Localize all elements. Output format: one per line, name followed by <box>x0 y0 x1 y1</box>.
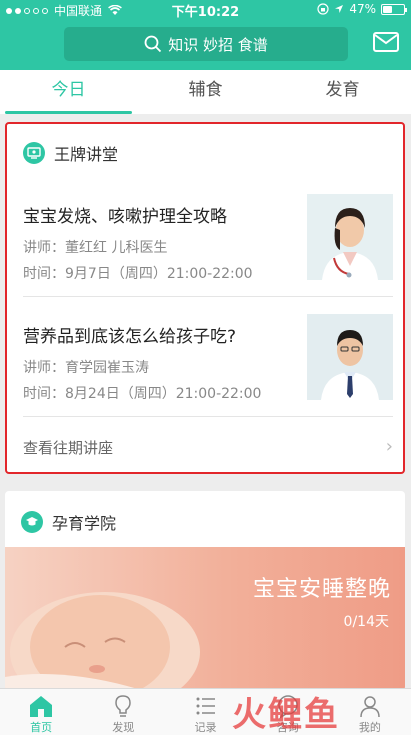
location-icon <box>335 5 344 13</box>
lecture-time: 时间：8月24日（周四）21:00-22:00 <box>23 386 262 402</box>
lecture-lecturer: 讲师：董红红 儿科医生 <box>23 240 168 256</box>
user-icon <box>360 696 380 718</box>
nav-me-label: 我的 <box>358 721 381 734</box>
nav-consult-label: 咨询 <box>276 721 299 734</box>
nav-records-label: 记录 <box>194 721 217 734</box>
lectures-title: 王牌讲堂 <box>54 145 119 164</box>
lightbulb-icon <box>115 695 132 717</box>
search-icon <box>144 35 162 53</box>
lecturer-photo <box>307 194 393 280</box>
banner-progress: 0/14天 <box>343 614 389 630</box>
tab-baby-food[interactable]: 辅食 <box>137 70 274 114</box>
nav-discover-label: 发现 <box>112 721 135 734</box>
app-header: 中国联通 下午10:22 47% 知识 妙招 食谱 <box>0 0 411 70</box>
academy-title: 孕育学院 <box>52 514 117 533</box>
nav-me[interactable]: 我的 <box>329 689 411 735</box>
academy-card: 孕育学院 宝宝安睡整晚 0/14天 <box>5 491 405 691</box>
mail-icon[interactable] <box>373 32 399 52</box>
list-icon <box>196 697 215 715</box>
nav-records[interactable]: 记录 <box>164 689 246 735</box>
tv-icon <box>23 142 45 164</box>
search-placeholder: 知识 妙招 食谱 <box>168 35 268 54</box>
divider <box>23 296 393 297</box>
battery-icon <box>381 3 407 15</box>
lecture-title: 宝宝发烧、咳嗽护理全攻略 <box>23 207 227 227</box>
category-tabs: 今日 辅食 发育 <box>0 70 411 114</box>
search-bar[interactable]: 知识 妙招 食谱 <box>64 27 348 61</box>
lecture-time: 时间：9月7日（周四）21:00-22:00 <box>23 266 253 282</box>
sleeping-baby-image <box>5 592 200 691</box>
tab-development[interactable]: 发育 <box>274 70 411 114</box>
lectures-header: 王牌讲堂 <box>23 141 118 165</box>
chat-icon <box>277 695 298 719</box>
divider <box>23 416 393 417</box>
view-past-lectures-label: 查看往期讲座 <box>23 439 114 457</box>
lecture-item[interactable]: 宝宝发烧、咳嗽护理全攻略 讲师：董红红 儿科医生 时间：9月7日（周四）21:0… <box>23 194 393 300</box>
nav-home-label: 首页 <box>30 721 53 734</box>
status-bar: 中国联通 下午10:22 47% <box>0 0 411 20</box>
banner-title: 宝宝安睡整晚 <box>252 577 391 602</box>
academy-header: 孕育学院 <box>21 510 116 534</box>
nav-discover[interactable]: 发现 <box>82 689 164 735</box>
sleep-course-banner[interactable]: 宝宝安睡整晚 0/14天 <box>5 547 405 691</box>
lecture-lecturer: 讲师：育学园崔玉涛 <box>23 360 149 376</box>
home-icon <box>30 696 53 717</box>
lock-rotation-icon <box>317 3 329 15</box>
battery-percent: 47% <box>349 2 376 16</box>
lecture-item[interactable]: 营养品到底该怎么给孩子吃? 讲师：育学园崔玉涛 时间：8月24日（周四）21:0… <box>23 314 393 420</box>
nav-consult[interactable]: 咨询 <box>247 689 329 735</box>
bottom-nav: 首页 发现 记录 咨询 我的 <box>0 688 411 735</box>
tab-today[interactable]: 今日 <box>0 70 137 114</box>
lectures-card: 王牌讲堂 宝宝发烧、咳嗽护理全攻略 讲师：董红红 儿科医生 时间：9月7日（周四… <box>5 122 405 474</box>
nav-home[interactable]: 首页 <box>0 689 82 735</box>
lecturer-photo <box>307 314 393 400</box>
graduation-cap-icon <box>21 511 43 533</box>
lecture-title: 营养品到底该怎么给孩子吃? <box>23 327 237 347</box>
view-past-lectures-link[interactable]: 查看往期讲座 › <box>23 436 393 458</box>
chevron-right-icon: › <box>385 436 393 457</box>
